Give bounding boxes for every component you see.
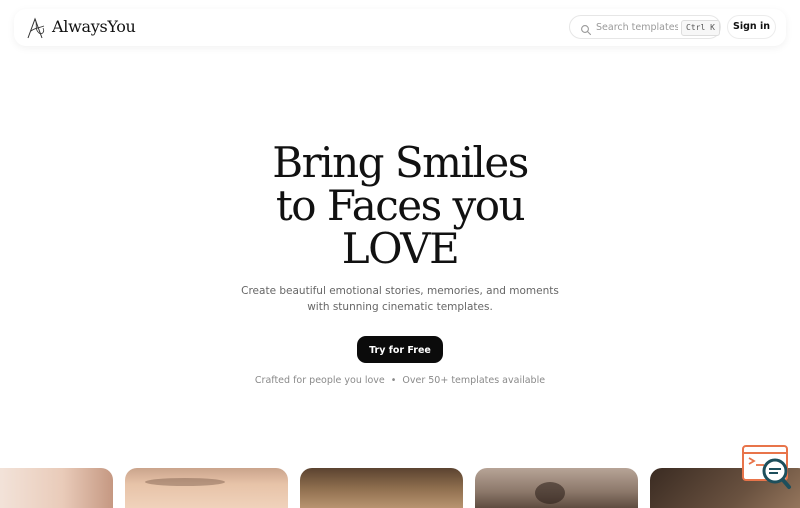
hero-title: Bring Smiles to Faces you LOVE [200, 141, 600, 270]
template-card[interactable] [0, 468, 113, 508]
hero-title-line: to Faces you [275, 181, 526, 230]
template-card[interactable] [125, 468, 288, 508]
hero-title-line: Bring Smiles [272, 138, 529, 187]
logo-mark-icon[interactable] [25, 16, 47, 40]
hero-subtitle-line: Create beautiful emotional stories, memo… [241, 285, 559, 297]
hero-title-line: LOVE [341, 224, 460, 273]
search-input[interactable] [596, 19, 678, 35]
try-for-free-button[interactable]: Try for Free [357, 336, 443, 363]
chat-search-widget-icon[interactable] [740, 443, 792, 491]
hero-subtitle: Create beautiful emotional stories, memo… [220, 283, 580, 315]
top-nav: AlwaysYou Ctrl K Sign in [14, 9, 786, 46]
hero-subtitle-line: with stunning cinematic templates. [307, 301, 493, 313]
template-card[interactable] [475, 468, 638, 508]
tagline-separator: • [390, 375, 397, 386]
template-card[interactable] [300, 468, 463, 508]
sign-in-button[interactable]: Sign in [727, 15, 776, 39]
search-icon [580, 21, 592, 36]
tagline-crafted: Crafted for people you love [254, 375, 385, 386]
tagline-templates-count: Over 50+ templates available [402, 375, 546, 386]
keyboard-shortcut-badge: Ctrl K [681, 20, 720, 36]
logo-text[interactable]: AlwaysYou [52, 17, 136, 36]
search-bar[interactable]: Ctrl K [569, 15, 721, 39]
hero-tagline: Crafted for people you love • Over 50+ tem… [200, 375, 600, 386]
